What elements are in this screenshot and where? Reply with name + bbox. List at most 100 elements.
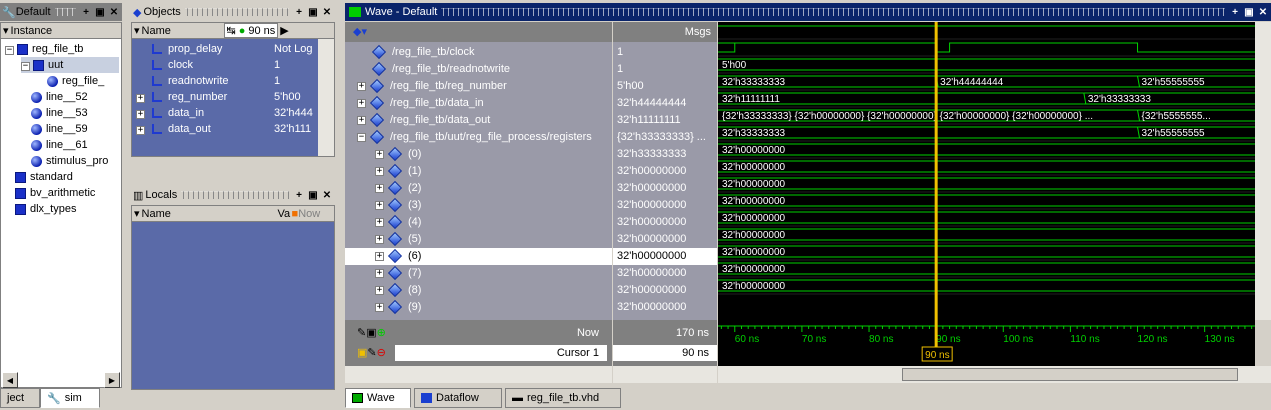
wave-signal-row[interactable]: + (8) [345,282,612,299]
wave-signal-row[interactable]: + /reg_file_tb/data_in [345,95,612,112]
tab-sim[interactable]: 🔧 sim [40,388,100,408]
instance-item[interactable]: − reg_file_tb [5,41,119,57]
wave-signal-row[interactable]: + (5) [345,231,612,248]
names-header[interactable]: ◆▾ [345,22,612,42]
wave-signal-row[interactable]: + (9) [345,299,612,316]
bookmark-icon: ↹ [226,25,236,37]
time-stepper[interactable]: ↹ ● 90 ns [223,23,279,38]
objects-titlebar[interactable]: ◆ Objects + ▣ ✕ [131,3,335,21]
expand-icon[interactable]: + [375,251,384,261]
collapse-icon[interactable]: − [21,62,30,71]
expand-icon[interactable]: + [375,183,384,193]
cursor-row: ▣✎⊖ Cursor 1 [357,345,607,361]
tab-dataflow-label: Dataflow [436,392,479,404]
instance-header[interactable]: ▾ Instance [1,23,121,39]
objects-scrollbar[interactable] [318,39,334,156]
collapse-icon[interactable]: − [357,132,366,142]
expand-icon[interactable]: + [375,302,384,312]
instance-item[interactable]: − uut [21,57,119,73]
lock-icon[interactable]: ▣ [357,347,367,359]
scroll-right-button[interactable]: ▶ [104,372,120,388]
wave-signal-row[interactable]: + /reg_file_tb/data_out [345,112,612,129]
expand-icon[interactable]: + [375,217,384,227]
design-unit-icon [15,171,26,183]
palette-icon[interactable]: ◆▾ [353,25,367,38]
instance-item[interactable]: line__61 [31,137,119,153]
wave-signal-row[interactable]: + /reg_file_tb/reg_number [345,78,612,95]
add-icon[interactable]: ⊕ [377,327,386,339]
instance-item[interactable]: stimulus_pro [31,153,119,169]
instance-item[interactable]: line__52 [31,89,119,105]
instance-item[interactable]: line__59 [31,121,119,137]
expand-icon[interactable]: + [136,94,145,103]
wave-signal-row[interactable]: + (2) [345,180,612,197]
instance-item[interactable]: reg_file_ [47,73,119,89]
expand-icon[interactable]: + [375,234,384,244]
wave-signal-name: /reg_file_tb/clock [392,46,475,58]
wave-vscroll[interactable] [1255,22,1271,320]
wave-signal-row[interactable]: /reg_file_tb/clock [345,44,612,61]
wave-signal-row[interactable]: + (3) [345,197,612,214]
object-row[interactable]: + data_in 32'h444 [136,105,318,121]
tab-wave[interactable]: Wave [345,388,411,408]
wave-hscroll[interactable] [718,366,1271,383]
names-hscroll[interactable] [345,366,612,383]
timeline[interactable]: 60 ns 70 ns 80 ns 90 ns 100 ns 110 ns 120 ns 13… [718,320,1255,366]
wave-signal-row[interactable]: + (4) [345,214,612,231]
tab-dataflow[interactable]: Dataflow [414,388,502,408]
instance-item[interactable]: dlx_types [15,201,119,217]
object-row[interactable]: prop_delay Not Log [136,41,318,57]
maximize-icon[interactable]: ▣ [1243,6,1255,18]
pencil-icon[interactable]: ✎ [367,347,376,359]
undock-icon[interactable]: + [1229,6,1241,18]
object-row[interactable]: readnotwrite 1 [136,73,318,89]
wave-signal-row[interactable]: + (7) [345,265,612,282]
instance-item[interactable]: line__53 [31,105,119,121]
delete-icon[interactable]: ⊖ [377,347,386,359]
undock-icon[interactable]: + [80,6,92,18]
object-row[interactable]: + reg_number 5'h00 [136,89,318,105]
expand-icon[interactable]: + [357,115,366,125]
instance-item[interactable]: standard [15,169,119,185]
tab-project[interactable]: ject [0,388,40,408]
wave-hscroll-thumb[interactable] [902,368,1238,381]
expand-icon[interactable]: + [375,166,384,176]
maximize-icon[interactable]: ▣ [307,189,319,201]
tab-source-file[interactable]: ▬ reg_file_tb.vhd [505,388,621,408]
wave-signal-row[interactable]: + (6) [345,248,612,265]
wave-signal-row[interactable]: − /reg_file_tb/uut/reg_file_process/regis… [345,129,612,146]
close-icon[interactable]: ✕ [1257,6,1269,18]
instance-titlebar[interactable]: 🔧 Default + ▣ ✕ [0,3,122,21]
object-row[interactable]: clock 1 [136,57,318,73]
wave-signal-row[interactable]: + (1) [345,163,612,180]
expand-icon[interactable]: + [375,149,384,159]
object-row[interactable]: + data_out 32'h111 [136,121,318,137]
locals-titlebar[interactable]: ▥ Locals + ▣ ✕ [131,186,335,204]
maximize-icon[interactable]: ▣ [307,6,319,18]
expand-icon[interactable]: + [136,110,145,119]
expand-icon[interactable]: + [375,200,384,210]
signal-diamond-icon [369,79,385,94]
close-icon[interactable]: ✕ [108,6,120,18]
tools-icon[interactable]: ✎▣ [357,327,377,339]
undock-icon[interactable]: + [293,189,305,201]
values-hscroll[interactable] [613,366,717,383]
expand-icon[interactable]: + [357,81,366,91]
waveform-area[interactable]: 5'h00 32'h33333333 32'h44444444 32'h5555555… [718,22,1255,320]
expand-icon[interactable]: + [375,285,384,295]
wave-signal-row[interactable]: + (0) [345,146,612,163]
undock-icon[interactable]: + [293,6,305,18]
instance-label: uut [48,59,64,71]
instance-item[interactable]: bv_arithmetic [15,185,119,201]
expand-icon[interactable]: + [357,98,366,108]
expand-icon[interactable]: + [136,126,145,135]
maximize-icon[interactable]: ▣ [94,6,106,18]
close-icon[interactable]: ✕ [321,6,333,18]
wave-titlebar[interactable]: Wave - Default + ▣ ✕ [345,3,1271,21]
expand-icon[interactable]: + [375,268,384,278]
play-icon[interactable]: ▶ [280,24,288,37]
close-icon[interactable]: ✕ [321,189,333,201]
collapse-icon[interactable]: − [5,46,14,55]
scroll-left-button[interactable]: ◀ [2,372,18,388]
wave-signal-row[interactable]: /reg_file_tb/readnotwrite [345,61,612,78]
